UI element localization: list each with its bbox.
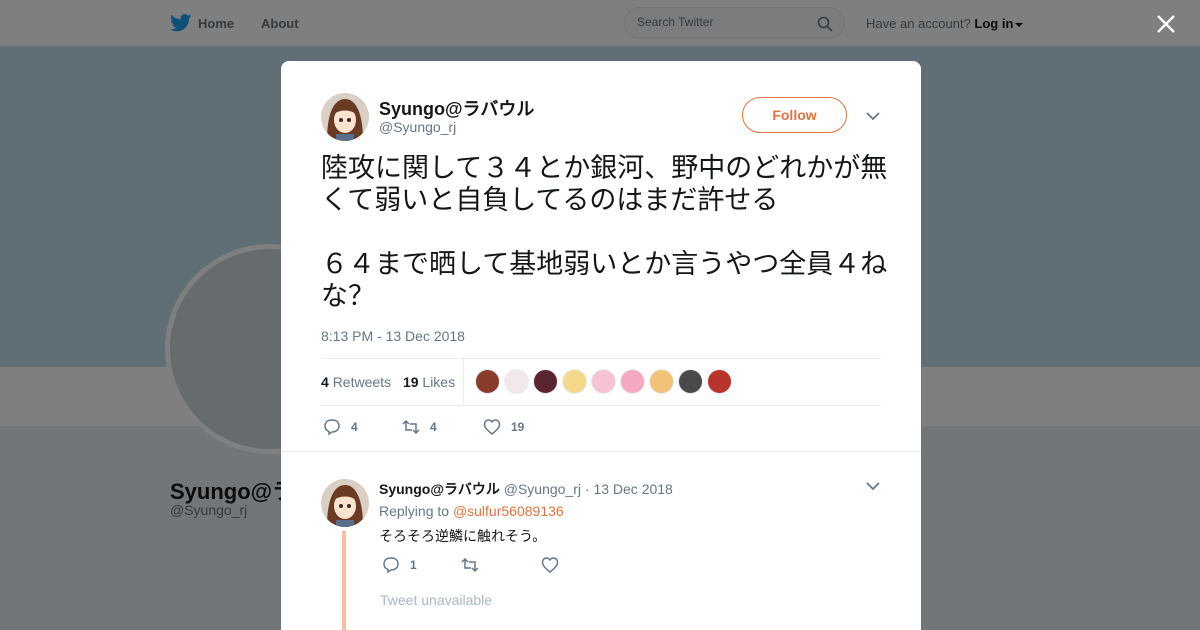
divider bbox=[321, 358, 881, 359]
reply-author-avatar[interactable] bbox=[321, 479, 369, 527]
liker-avatar[interactable] bbox=[649, 369, 674, 394]
reply-retweet-action[interactable] bbox=[461, 556, 489, 574]
retweet-action[interactable]: 4 bbox=[402, 418, 437, 436]
liker-avatar[interactable] bbox=[591, 369, 616, 394]
retweets-label: Retweets bbox=[332, 374, 392, 390]
retweet-count: 4 bbox=[430, 420, 437, 434]
tweet-text: 陸攻に関して３４とか銀河、野中のどれかが無くて弱いと自負してるのはまだ許せる ６… bbox=[321, 153, 888, 312]
reply-action[interactable]: 4 bbox=[323, 418, 358, 436]
liker-avatar[interactable] bbox=[562, 369, 587, 394]
tweet-stats: 4 Retweets 19 Likes bbox=[321, 374, 455, 390]
reply-date[interactable]: · 13 Dec 2018 bbox=[585, 481, 673, 497]
reply-header: Syungo@ラバウル @Syungo_rj · 13 Dec 2018 bbox=[379, 479, 673, 499]
follow-button[interactable]: Follow bbox=[742, 97, 847, 133]
heart-icon bbox=[541, 557, 559, 573]
liker-avatar[interactable] bbox=[678, 369, 703, 394]
heart-icon bbox=[483, 419, 501, 435]
liker-avatar[interactable] bbox=[504, 369, 529, 394]
tweet-modal: Syungo@ラバウル @Syungo_rj Follow 陸攻に関して３４とか… bbox=[281, 61, 921, 630]
divider bbox=[321, 405, 881, 406]
stats-divider bbox=[463, 359, 464, 405]
divider bbox=[281, 451, 921, 452]
reply-reply-count: 1 bbox=[410, 558, 417, 572]
retweets-count: 4 bbox=[321, 374, 329, 390]
reply-author-name[interactable]: Syungo@ラバウル bbox=[379, 481, 500, 497]
likes-stat[interactable]: 19 Likes bbox=[403, 374, 455, 390]
thread-line bbox=[342, 531, 346, 630]
retweets-stat[interactable]: 4 Retweets bbox=[321, 374, 391, 390]
reply-text: そろそろ逆鱗に触れそう。 bbox=[379, 529, 547, 545]
likers-avatars bbox=[475, 369, 736, 394]
tweet-timestamp[interactable]: 8:13 PM - 13 Dec 2018 bbox=[321, 328, 465, 344]
retweet-icon bbox=[402, 419, 420, 435]
tweet-unavailable: Tweet unavailable bbox=[380, 592, 493, 608]
chevron-down-icon[interactable] bbox=[866, 481, 880, 491]
replying-to: Replying to @sulfur56089136 bbox=[379, 503, 564, 519]
reply-icon bbox=[324, 419, 340, 436]
reply-reply-action[interactable]: 1 bbox=[382, 556, 417, 574]
liker-avatar[interactable] bbox=[707, 369, 732, 394]
liker-avatar[interactable] bbox=[475, 369, 500, 394]
like-count: 19 bbox=[511, 420, 525, 434]
retweet-icon bbox=[461, 557, 479, 573]
author-name[interactable]: Syungo@ラバウル bbox=[379, 95, 534, 121]
author-avatar[interactable] bbox=[321, 93, 369, 141]
liker-avatar[interactable] bbox=[533, 369, 558, 394]
likes-label: Likes bbox=[422, 374, 456, 390]
reply-like-action[interactable] bbox=[541, 556, 569, 574]
replying-prefix: Replying to bbox=[379, 503, 450, 519]
reply-count: 4 bbox=[351, 420, 358, 434]
chevron-down-icon[interactable] bbox=[866, 111, 880, 121]
liker-avatar[interactable] bbox=[620, 369, 645, 394]
author-handle[interactable]: @Syungo_rj bbox=[379, 119, 456, 135]
reply-icon bbox=[383, 557, 399, 574]
close-icon[interactable] bbox=[1155, 13, 1177, 35]
likes-count: 19 bbox=[402, 374, 419, 390]
mention-link[interactable]: @sulfur56089136 bbox=[453, 503, 564, 519]
reply-author-handle[interactable]: @Syungo_rj bbox=[504, 481, 581, 497]
like-action[interactable]: 19 bbox=[483, 418, 524, 436]
